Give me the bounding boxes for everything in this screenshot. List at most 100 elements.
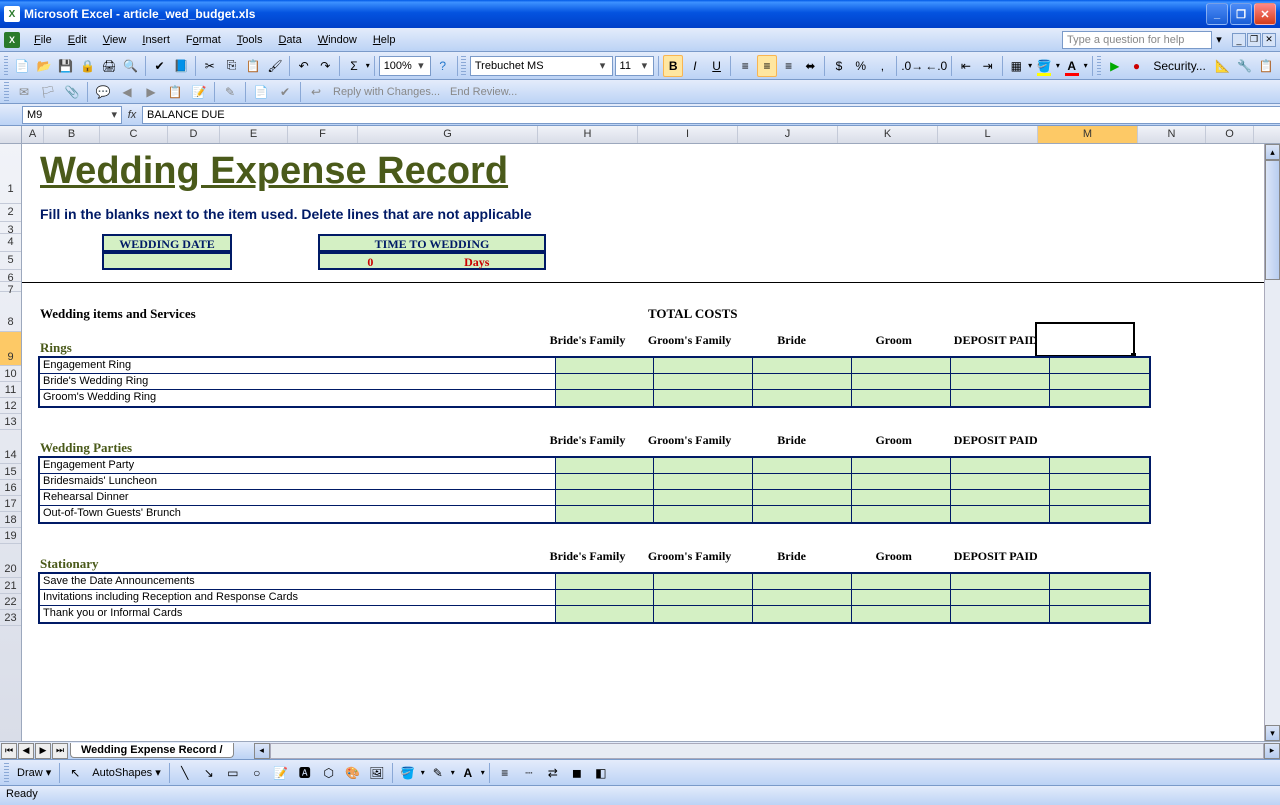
increase-decimal-button[interactable]: .0→ bbox=[901, 55, 923, 77]
end-review-label[interactable]: End Review... bbox=[446, 86, 521, 98]
line-style-button[interactable]: ≡ bbox=[494, 762, 516, 784]
font-combo[interactable]: Trebuchet MS▾ bbox=[470, 56, 613, 76]
col-M[interactable]: M bbox=[1038, 126, 1138, 143]
comment-icon[interactable]: 💬 bbox=[92, 81, 114, 103]
row-15[interactable]: 15 bbox=[0, 464, 21, 480]
show-comment-icon[interactable]: 📋 bbox=[164, 81, 186, 103]
dash-style-button[interactable]: ┈ bbox=[518, 762, 540, 784]
col-A[interactable]: A bbox=[22, 126, 44, 143]
menu-tools[interactable]: Tools bbox=[229, 32, 271, 48]
name-box[interactable]: M9▾ bbox=[22, 106, 122, 124]
align-left-button[interactable]: ≡ bbox=[735, 55, 755, 77]
mail-recipient-icon[interactable]: ✉ bbox=[13, 81, 35, 103]
rectangle-button[interactable]: ▭ bbox=[222, 762, 244, 784]
workbook-minimize[interactable]: _ bbox=[1232, 33, 1246, 47]
decrease-decimal-button[interactable]: ←.0 bbox=[925, 55, 947, 77]
row-5[interactable]: 5 bbox=[0, 252, 21, 270]
col-J[interactable]: J bbox=[738, 126, 838, 143]
row-17[interactable]: 17 bbox=[0, 496, 21, 512]
close-button[interactable]: ✕ bbox=[1254, 3, 1276, 25]
col-K[interactable]: K bbox=[838, 126, 938, 143]
row-1[interactable]: 1 bbox=[0, 144, 21, 204]
row-23[interactable]: 23 bbox=[0, 610, 21, 626]
col-E[interactable]: E bbox=[220, 126, 288, 143]
scroll-right-button[interactable]: ▸ bbox=[1264, 743, 1280, 759]
scroll-down-button[interactable]: ▾ bbox=[1265, 725, 1280, 741]
menu-insert[interactable]: Insert bbox=[134, 32, 178, 48]
help-search-box[interactable]: Type a question for help bbox=[1062, 31, 1212, 49]
ink-icon[interactable]: ✎ bbox=[219, 81, 241, 103]
help-button[interactable]: ? bbox=[433, 55, 453, 77]
format-painter-button[interactable]: 🖌 bbox=[265, 55, 285, 77]
wordart-button[interactable]: 🅰 bbox=[294, 762, 316, 784]
shadow-button[interactable]: ◼ bbox=[566, 762, 588, 784]
col-L[interactable]: L bbox=[938, 126, 1038, 143]
row-14[interactable]: 14 bbox=[0, 430, 21, 464]
scroll-left-button[interactable]: ◂ bbox=[254, 743, 270, 759]
tab-prev-button[interactable]: ◀ bbox=[18, 743, 34, 759]
sheet-tab[interactable]: Wedding Expense Record / bbox=[70, 743, 234, 758]
select-objects-button[interactable]: ↖ bbox=[64, 762, 86, 784]
security-button[interactable]: Security... bbox=[1148, 55, 1210, 77]
cut-button[interactable]: ✂ bbox=[200, 55, 220, 77]
minimize-button[interactable]: _ bbox=[1206, 3, 1228, 25]
arrow-style-button[interactable]: ⇄ bbox=[542, 762, 564, 784]
menu-help[interactable]: Help bbox=[365, 32, 404, 48]
picture-button[interactable]: 🖼 bbox=[366, 762, 388, 784]
attach-icon[interactable]: 📎 bbox=[61, 81, 83, 103]
col-N[interactable]: N bbox=[1138, 126, 1206, 143]
play-macro-button[interactable]: ▶ bbox=[1105, 55, 1125, 77]
clipart-button[interactable]: 🎨 bbox=[342, 762, 364, 784]
next-comment-icon[interactable]: ▶ bbox=[140, 81, 162, 103]
reply-icon[interactable]: ↩ bbox=[305, 81, 327, 103]
decrease-indent-button[interactable]: ⇤ bbox=[956, 55, 976, 77]
font-color-button[interactable]: A bbox=[1062, 55, 1082, 77]
autosum-button[interactable]: Σ bbox=[344, 55, 364, 77]
row-19[interactable]: 19 bbox=[0, 528, 21, 544]
menu-view[interactable]: View bbox=[95, 32, 135, 48]
row-3[interactable]: 3 bbox=[0, 222, 21, 234]
row-8[interactable]: 8 bbox=[0, 292, 21, 332]
scroll-thumb[interactable] bbox=[1265, 160, 1280, 280]
new-button[interactable]: 📄 bbox=[12, 55, 32, 77]
italic-button[interactable]: I bbox=[685, 55, 705, 77]
menu-format[interactable]: Format bbox=[178, 32, 229, 48]
paste-button[interactable]: 📋 bbox=[243, 55, 263, 77]
flag-icon[interactable]: 🏳 bbox=[37, 81, 59, 103]
tab-last-button[interactable]: ⏭ bbox=[52, 743, 68, 759]
copy-button[interactable]: ⎘ bbox=[222, 55, 242, 77]
autoshapes-menu[interactable]: AutoShapes ▾ bbox=[88, 766, 165, 779]
row-6[interactable]: 6 bbox=[0, 270, 21, 282]
research-button[interactable]: 📘 bbox=[171, 55, 191, 77]
spelling-button[interactable]: ✔ bbox=[150, 55, 170, 77]
cell-area[interactable]: Wedding Expense Record Fill in the blank… bbox=[22, 144, 1280, 741]
menu-data[interactable]: Data bbox=[270, 32, 309, 48]
font-size-combo[interactable]: 11▾ bbox=[615, 56, 655, 76]
zoom-combo[interactable]: 100%▾ bbox=[379, 56, 431, 76]
align-right-button[interactable]: ≡ bbox=[779, 55, 799, 77]
print-preview-button[interactable]: 🔍 bbox=[121, 55, 141, 77]
formula-input[interactable]: BALANCE DUE bbox=[142, 106, 1280, 124]
align-center-button[interactable]: ≡ bbox=[757, 55, 777, 77]
row-16[interactable]: 16 bbox=[0, 480, 21, 496]
col-G[interactable]: G bbox=[358, 126, 538, 143]
row-11[interactable]: 11 bbox=[0, 382, 21, 398]
row-12[interactable]: 12 bbox=[0, 398, 21, 414]
print-button[interactable]: 🖨 bbox=[99, 55, 119, 77]
col-H[interactable]: H bbox=[538, 126, 638, 143]
underline-button[interactable]: U bbox=[707, 55, 727, 77]
menu-edit[interactable]: Edit bbox=[60, 32, 95, 48]
font-color-draw-button[interactable]: A bbox=[457, 762, 479, 784]
row-4[interactable]: 4 bbox=[0, 234, 21, 252]
3d-button[interactable]: ◧ bbox=[590, 762, 612, 784]
record-macro-button[interactable]: ● bbox=[1127, 55, 1147, 77]
menu-window[interactable]: Window bbox=[310, 32, 365, 48]
fill-color-button[interactable]: 🪣 bbox=[1034, 55, 1054, 77]
oval-button[interactable]: ○ bbox=[246, 762, 268, 784]
fx-button[interactable]: fx bbox=[122, 109, 142, 121]
borders-button[interactable]: ▦ bbox=[1006, 55, 1026, 77]
row-9[interactable]: 9 bbox=[0, 332, 21, 366]
arrow-button[interactable]: ↘ bbox=[198, 762, 220, 784]
row-10[interactable]: 10 bbox=[0, 366, 21, 382]
undo-button[interactable]: ↶ bbox=[294, 55, 314, 77]
